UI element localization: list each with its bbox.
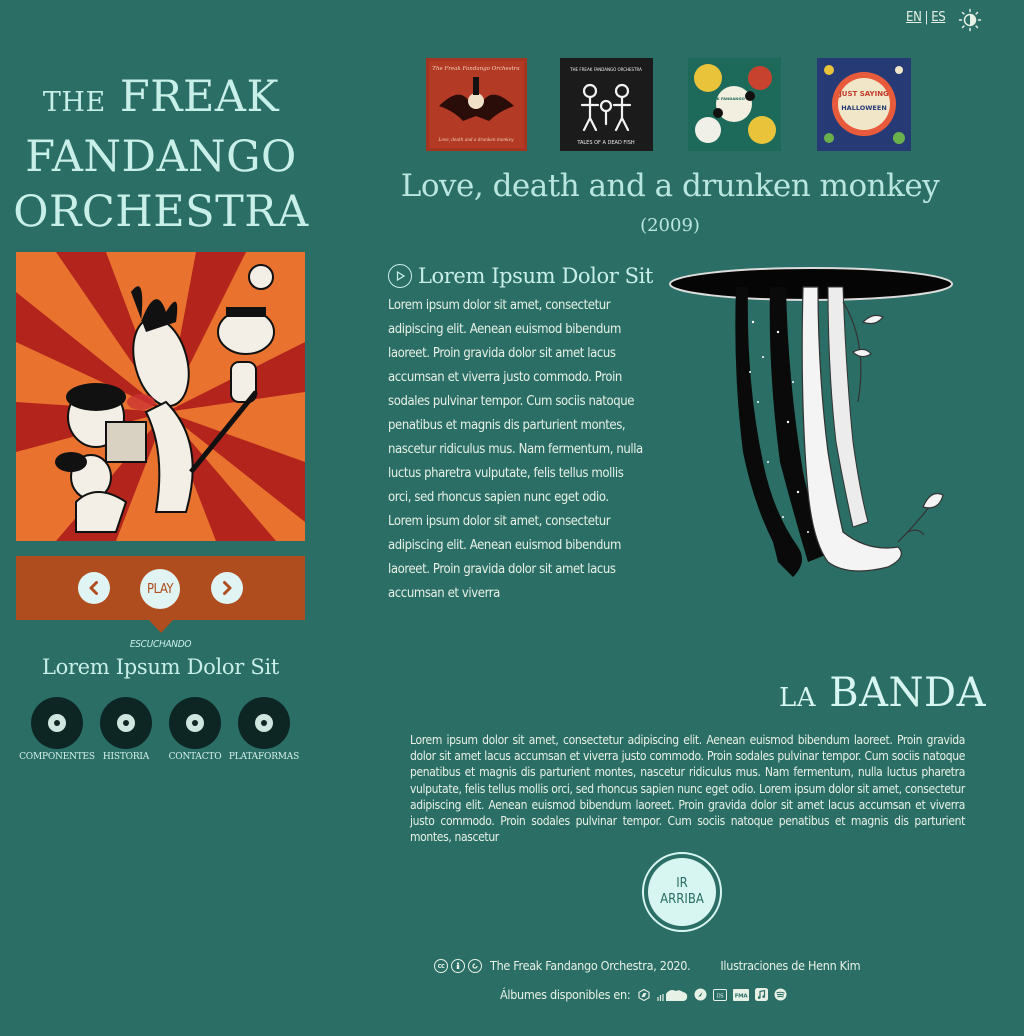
- lang-separator: |: [924, 10, 929, 25]
- footer-platforms: Álbumes disponibles en: DS FMA: [500, 987, 787, 1002]
- nav-componentes[interactable]: componentes: [17, 697, 97, 762]
- band-title-the: THE: [42, 87, 106, 118]
- section-title-la-banda: LA BANDA: [640, 670, 986, 716]
- jamendo-icon[interactable]: [694, 988, 707, 1001]
- album-thumb-1-text: The Freak Fandango Orchestra: [432, 66, 519, 72]
- itunes-icon[interactable]: [755, 988, 769, 1001]
- album-thumb-1-subtext: Love, death and a drunken monkey: [438, 137, 515, 142]
- illustrations-credit: Ilustraciones de Henn Kim: [720, 958, 861, 973]
- nav-label-contacto: contacto: [168, 752, 222, 762]
- now-playing-title: Lorem Ipsum Dolor Sit: [41, 655, 280, 679]
- play-button[interactable]: PLAY: [140, 569, 180, 609]
- soundcloud-icon[interactable]: [656, 988, 688, 1002]
- track-description: Lorem ipsum dolor sit amet, consectetur …: [388, 298, 643, 601]
- player-pointer: [148, 619, 174, 633]
- copyright-text: The Freak Fandango Orchestra, 2020.: [490, 958, 691, 973]
- nav-label-historia: historia: [102, 752, 150, 762]
- cc-icon: cc: [434, 958, 448, 973]
- vinyl-disc-icon: [100, 697, 152, 749]
- hands-illustration: [668, 262, 958, 614]
- vinyl-disc-icon: [238, 697, 290, 749]
- nav-historia[interactable]: historia: [86, 697, 166, 762]
- go-top-line2: ARRIBA: [660, 892, 704, 907]
- banda-title-banda: BANDA: [829, 670, 986, 716]
- nav-plataformas[interactable]: plataformas: [224, 697, 304, 762]
- nav-label-componentes: componentes: [19, 752, 95, 762]
- album-thumb-2-subtext: TALES OF A DEAD FISH: [576, 140, 635, 146]
- vinyl-disc-icon: [31, 697, 83, 749]
- nav-contacto[interactable]: contacto: [155, 697, 235, 762]
- go-top-label: IR ARRIBA: [648, 858, 716, 926]
- nav-label-plataformas: plataformas: [228, 752, 300, 762]
- albums-available-label: Álbumes disponibles en:: [500, 987, 631, 1002]
- album-thumb-love-death[interactable]: The Freak Fandango Orchestra Love, death…: [426, 58, 527, 151]
- next-track-button[interactable]: [211, 572, 243, 604]
- discogs-icon[interactable]: DS: [713, 988, 728, 1001]
- spotify-icon[interactable]: [774, 988, 787, 1001]
- album-thumb-3-text: THE FREAK FANDANGO ORCHESTRA: [696, 96, 772, 101]
- previous-track-button[interactable]: [78, 572, 110, 604]
- album-title: Love, death and a drunken monkey: [400, 168, 940, 204]
- band-title-fandango: FANDANGO: [25, 132, 297, 182]
- discogs-text: DS: [717, 993, 724, 999]
- banda-description: Lorem ipsum dolor sit amet, consectetur …: [410, 733, 965, 845]
- bandcamp-icon[interactable]: [638, 988, 650, 1001]
- chevron-left-icon: [89, 581, 98, 595]
- band-title-orchestra: ORCHESTRA: [13, 187, 309, 237]
- contrast-sun-icon: [958, 8, 982, 32]
- play-circle-icon: [388, 264, 412, 288]
- now-playing-label: ESCUCHANDO: [129, 639, 192, 650]
- album-cover-art: [16, 252, 305, 541]
- album-thumb-4-subtext: HALLOWEEN: [841, 104, 887, 112]
- band-title-freak: FREAK: [119, 72, 280, 122]
- fma-text: FMA: [735, 993, 749, 999]
- album-thumb-tales-dead-fish[interactable]: THE FREAK FANDANGO ORCHESTRA TALES OF A …: [560, 58, 653, 151]
- vinyl-disc-icon: [169, 697, 221, 749]
- go-top-line1: IR: [676, 876, 688, 891]
- album-thumb-4-text: JUST SAYING: [838, 90, 889, 98]
- lang-es-link[interactable]: ES: [931, 10, 946, 25]
- album-thumb-2-text: THE FREAK FANDANGO ORCHESTRA: [569, 67, 642, 72]
- footer-credits: cc The Freak Fandango Orchestra, 2020. I…: [434, 958, 861, 973]
- track-heading-text: Lorem Ipsum Dolor Sit: [418, 264, 653, 288]
- album-year: (2009): [640, 215, 700, 236]
- album-thumb-just-saying[interactable]: JUST SAYING HALLOWEEN: [817, 58, 911, 151]
- track-heading[interactable]: Lorem Ipsum Dolor Sit: [388, 264, 653, 288]
- by-icon: [451, 958, 465, 973]
- album-thumb-third[interactable]: THE FREAK FANDANGO ORCHESTRA: [688, 58, 781, 151]
- banda-title-la: LA: [778, 683, 817, 713]
- theme-toggle-button[interactable]: [958, 8, 982, 32]
- lang-en-link[interactable]: EN: [906, 10, 922, 25]
- language-switcher: EN | ES: [906, 10, 946, 25]
- freemusicarchive-icon[interactable]: FMA: [733, 988, 750, 1001]
- chevron-right-icon: [223, 581, 232, 595]
- music-player: PLAY: [16, 556, 305, 620]
- band-title: THE FREAK FANDANGO ORCHESTRA: [0, 70, 322, 240]
- go-top-button[interactable]: IR ARRIBA: [642, 852, 722, 932]
- sa-icon: [468, 958, 482, 973]
